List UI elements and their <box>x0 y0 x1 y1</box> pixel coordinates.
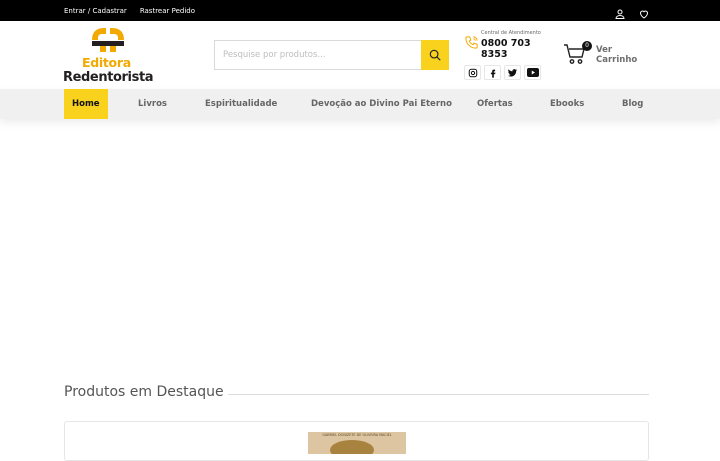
featured-title: Produtos em Destaque <box>64 384 224 400</box>
nav-item-home[interactable]: Home <box>64 89 108 119</box>
facebook-icon[interactable] <box>484 65 501 80</box>
product-cover-art <box>330 440 374 454</box>
service-label: Central de Atendimento <box>481 30 541 36</box>
top-links: Entrar / Cadastrar Rastrear Pedido <box>64 0 195 21</box>
featured-divider <box>228 394 649 395</box>
customer-service: Central de Atendimento 0800 703 8353 <box>464 28 554 64</box>
nav-item-ebooks[interactable]: Ebooks <box>550 89 584 119</box>
search-button[interactable] <box>421 40 449 70</box>
nav-item-livros[interactable]: Livros <box>138 89 167 119</box>
login-link[interactable]: Entrar / Cadastrar <box>64 7 127 15</box>
cart-label: Ver Carrinho <box>596 45 638 65</box>
top-icons <box>614 0 650 21</box>
cart-count-badge: 0 <box>582 41 592 51</box>
track-order-link[interactable]: Rastrear Pedido <box>140 7 195 15</box>
youtube-icon[interactable] <box>524 65 541 80</box>
product-cover[interactable]: GABRIEL DONIZETE DE OLIVEIRA MACIEL <box>308 432 406 454</box>
twitter-icon[interactable] <box>504 65 521 80</box>
nav-item-ofertas[interactable]: Ofertas <box>477 89 513 119</box>
user-icon[interactable] <box>614 5 626 19</box>
social-links <box>464 65 541 80</box>
phone-icon <box>465 36 478 49</box>
cart-button[interactable]: 0 Ver Carrinho <box>563 40 643 70</box>
logo-mark-icon <box>92 28 124 52</box>
instagram-icon[interactable] <box>464 65 481 80</box>
service-phone[interactable]: 0800 703 8353 <box>481 38 541 60</box>
search-form <box>214 40 449 70</box>
nav-item-devocao[interactable]: Devoção ao Divino Pai Eterno <box>311 89 452 119</box>
product-cover-text: GABRIEL DONIZETE DE OLIVEIRA MACIEL <box>322 433 392 437</box>
nav-item-blog[interactable]: Blog <box>622 89 643 119</box>
top-bar: Entrar / Cadastrar Rastrear Pedido <box>0 0 720 21</box>
heart-icon[interactable] <box>638 5 650 19</box>
main-nav: Home Livros Espiritualidade Devoção ao D… <box>0 89 720 119</box>
search-icon <box>429 49 441 61</box>
search-input[interactable] <box>214 40 421 70</box>
logo-text-line1: Editora <box>82 55 131 70</box>
nav-item-espiritualidade[interactable]: Espiritualidade <box>205 89 277 119</box>
logo-text-line2: Redentorista <box>63 70 154 85</box>
logo[interactable]: Editora Redentorista <box>62 24 154 88</box>
